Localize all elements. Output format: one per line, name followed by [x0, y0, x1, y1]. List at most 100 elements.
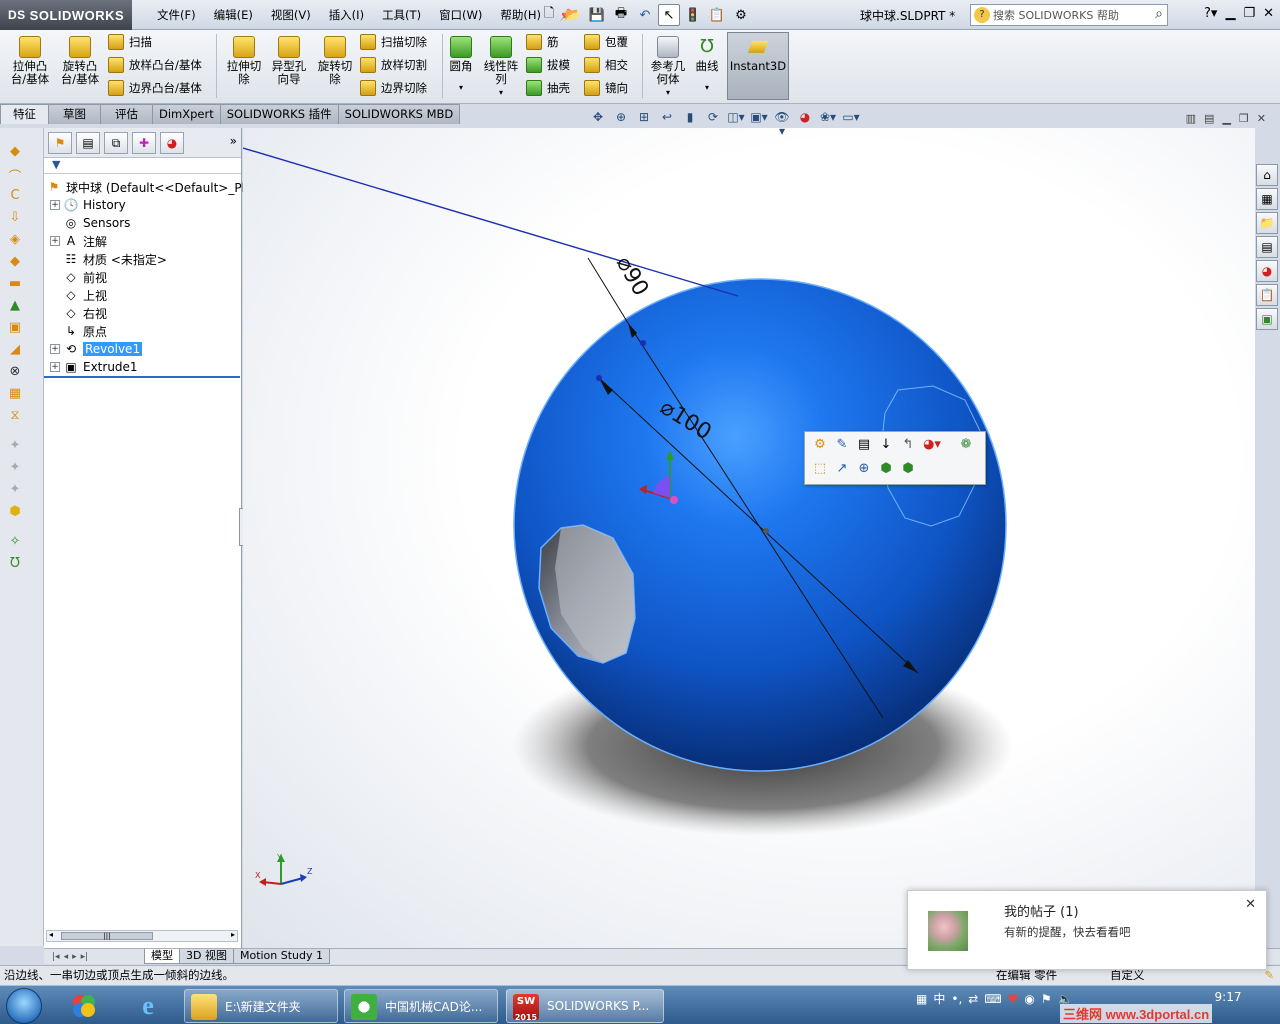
- print-icon[interactable]: 🖶: [610, 4, 632, 26]
- rib-button[interactable]: 筋: [526, 32, 559, 52]
- solidworks-logo[interactable]: DS SOLIDWORKS: [0, 0, 132, 30]
- expand-icon[interactable]: +: [50, 200, 60, 210]
- feature-tree-tab-icon[interactable]: ⚑: [48, 132, 72, 154]
- draft-button[interactable]: 拔模: [526, 55, 570, 75]
- menu-edit[interactable]: 编辑(E): [205, 6, 262, 24]
- edit-appearance-icon[interactable]: ◕: [795, 110, 815, 128]
- display-style-icon[interactable]: ▣▾: [749, 110, 769, 128]
- taskbar-window-forum[interactable]: 中国机械CAD论...: [344, 989, 498, 1023]
- filter-row[interactable]: ▼: [44, 158, 241, 174]
- menu-window[interactable]: 窗口(W): [430, 6, 491, 24]
- taskbar-window-explorer[interactable]: E:\新建文件夹: [184, 989, 338, 1023]
- zoom-to-fit-icon[interactable]: ⊕: [611, 110, 631, 128]
- boundary-cut-button[interactable]: 边界切除: [360, 78, 427, 98]
- hole-wizard-button[interactable]: 异型孔 向导: [265, 34, 313, 86]
- expand-icon[interactable]: +: [50, 344, 60, 354]
- configuration-manager-tab-icon[interactable]: ⧉: [104, 132, 128, 154]
- sweep-button[interactable]: 扫描: [108, 32, 152, 52]
- parent-child-icon[interactable]: ↰: [899, 436, 917, 454]
- filter-icon[interactable]: ▼: [52, 158, 60, 171]
- tree-root[interactable]: ⚑ 球中球 (Default<<Default>_Ph: [46, 178, 250, 196]
- file-explorer-icon[interactable]: 📁: [1256, 212, 1278, 234]
- pattern-dropdown-icon[interactable]: ▾: [478, 86, 524, 99]
- tree-item[interactable]: ◇ 上视: [50, 286, 107, 304]
- intersect-button[interactable]: 相交: [584, 55, 628, 75]
- save-icon[interactable]: 💾: [586, 4, 608, 26]
- start-button[interactable]: [6, 988, 42, 1024]
- minimize-icon[interactable]: ▁: [1225, 6, 1235, 21]
- undo-icon[interactable]: ↶: [634, 4, 656, 26]
- expand-icon[interactable]: +: [50, 236, 60, 246]
- tree-item[interactable]: ↳ 原点: [50, 322, 107, 340]
- property-manager-tab-icon[interactable]: ▤: [76, 132, 100, 154]
- appearance-icon[interactable]: ◕▾: [923, 436, 941, 454]
- tab-sketch[interactable]: 草图: [48, 104, 101, 124]
- extrude-icon[interactable]: ◆: [6, 144, 24, 162]
- color-icon[interactable]: ❁: [957, 436, 975, 454]
- tree-item[interactable]: ☷ 材质 <未指定>: [50, 250, 167, 268]
- sweep-cut-button[interactable]: 扫描切除: [360, 32, 427, 52]
- mirror-button[interactable]: 镜向: [584, 78, 628, 98]
- tile-horizontal-icon[interactable]: ▥: [1186, 112, 1196, 125]
- apply-scene-icon[interactable]: ❀▾: [818, 110, 838, 128]
- custom-properties-icon[interactable]: 📋: [1256, 284, 1278, 306]
- tree-item[interactable]: + A 注解: [50, 232, 107, 250]
- boundary-icon[interactable]: ◈: [6, 232, 24, 250]
- feature-shape-icon[interactable]: ⬢: [877, 460, 895, 478]
- security-icon[interactable]: ♥: [1008, 992, 1019, 1006]
- previous-view-icon[interactable]: ↩: [657, 110, 677, 128]
- revolve-cut-button[interactable]: 旋转切 除: [311, 34, 359, 86]
- appearances-icon[interactable]: ◕: [1256, 260, 1278, 282]
- menu-file[interactable]: 文件(F): [148, 6, 205, 24]
- search-icon[interactable]: ⌕: [1155, 6, 1163, 22]
- scroll-left-icon[interactable]: ◂: [49, 930, 53, 939]
- open-folder-icon[interactable]: 📂: [562, 4, 584, 26]
- new-document-icon[interactable]: 🗋: [538, 4, 560, 26]
- tab-model[interactable]: 模型: [144, 949, 180, 964]
- tree-item[interactable]: ◇ 前视: [50, 268, 107, 286]
- revolve-boss-button[interactable]: 旋转凸 台/基体: [56, 34, 104, 86]
- instant3d-button[interactable]: Instant3D: [727, 32, 789, 100]
- tree-item[interactable]: + 🕓 History: [50, 196, 126, 214]
- rollback-icon[interactable]: ↓: [877, 436, 895, 454]
- options-icon[interactable]: ⚙: [730, 4, 752, 26]
- tab-solidworks-mbd[interactable]: SOLIDWORKS MBD: [337, 104, 461, 124]
- tree-item[interactable]: + ▣ Extrude1: [50, 358, 138, 376]
- taskbar-window-solidworks[interactable]: SW 2015 SOLIDWORKS P...: [506, 989, 664, 1023]
- tree-item[interactable]: ◎ Sensors: [50, 214, 131, 232]
- extrude-cut-button[interactable]: 拉伸切 除: [220, 34, 268, 86]
- tab-dimxpert[interactable]: DimXpert: [152, 104, 221, 124]
- design-library-icon[interactable]: ▦: [1256, 188, 1278, 210]
- delete-face-icon[interactable]: ⊗: [6, 364, 24, 382]
- menu-view[interactable]: 视图(V): [262, 6, 320, 24]
- curves-button[interactable]: Ʊ 曲线 ▾: [686, 34, 728, 94]
- select-arrow-icon[interactable]: ↖: [658, 4, 680, 26]
- sweep-icon[interactable]: C: [6, 188, 24, 206]
- suppress-icon[interactable]: ▤: [855, 436, 873, 454]
- dynamic-annotation-icon[interactable]: ⟳: [703, 110, 723, 128]
- mirror-icon[interactable]: ⧖: [6, 408, 24, 426]
- network-icon[interactable]: ⇄: [968, 992, 978, 1006]
- help-menu-icon[interactable]: ?▾: [1204, 6, 1217, 21]
- loft-icon[interactable]: ⇩: [6, 210, 24, 228]
- close-icon[interactable]: ✕: [1263, 6, 1274, 21]
- expand-chevron-icon[interactable]: »: [230, 134, 237, 148]
- ref-geometry-dropdown-icon[interactable]: ▾: [644, 86, 692, 99]
- fillet-icon[interactable]: ⬢: [6, 504, 24, 522]
- close-icon[interactable]: ✕: [1257, 112, 1266, 125]
- notification-popup[interactable]: 我的帖子 (1) 有新的提醒，快去看看吧 ✕: [907, 890, 1267, 970]
- tab-features[interactable]: 特征: [0, 104, 49, 124]
- close-icon[interactable]: ✕: [1245, 897, 1256, 912]
- tree-item[interactable]: + ⟲ Revolve1: [50, 340, 143, 358]
- expand-icon[interactable]: +: [50, 362, 60, 372]
- tab-evaluate[interactable]: 评估: [100, 104, 153, 124]
- linear-pattern-button[interactable]: 线性阵 列 ▾: [478, 34, 524, 99]
- shell-icon[interactable]: ▣: [6, 320, 24, 338]
- punctuation-icon[interactable]: •,: [951, 992, 962, 1006]
- section-plane-icon[interactable]: ▮: [680, 110, 700, 128]
- zoom-to-area-icon[interactable]: ⊞: [634, 110, 654, 128]
- restore-icon[interactable]: ❐: [1239, 112, 1249, 125]
- hide-show-items-icon[interactable]: 👁▾: [772, 110, 792, 138]
- draft-icon[interactable]: ▲: [6, 298, 24, 316]
- dimxpert-tab-icon[interactable]: ✚: [132, 132, 156, 154]
